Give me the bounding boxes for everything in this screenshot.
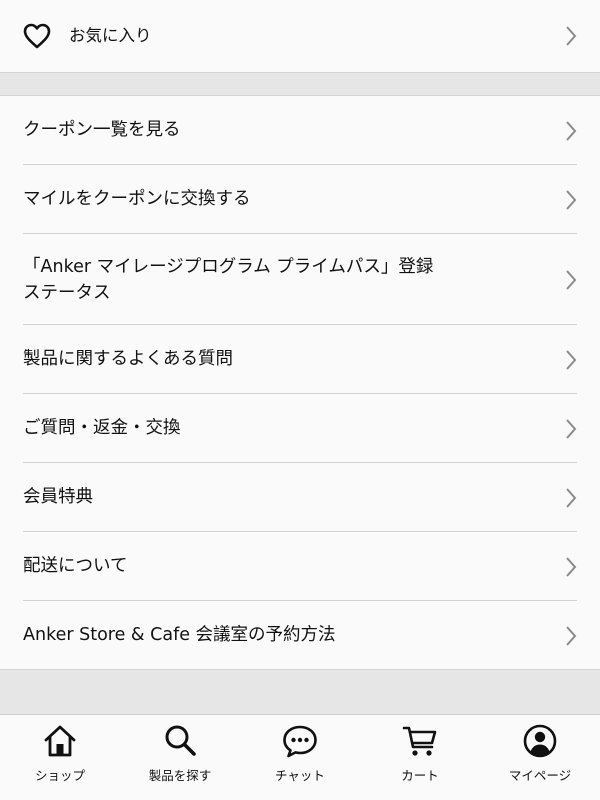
chevron-right-icon <box>566 419 577 439</box>
search-icon <box>165 725 196 756</box>
menu-item-label: マイルをクーポンに交換する <box>23 189 251 209</box>
my-page-screen: お気に入り クーポン一覧を見る マイルをクーポンに交換する 「Anker マイレ… <box>0 0 600 800</box>
chevron-right-icon <box>566 26 577 46</box>
tab-label: ショップ <box>34 768 85 783</box>
home-icon <box>44 725 76 757</box>
menu-item-label: 配送について <box>23 556 128 576</box>
tab-search[interactable]: 製品を探す <box>120 715 240 800</box>
menu-item-label: Anker Store & Cafe 会議室の予約方法 <box>23 625 336 645</box>
heart-icon <box>23 23 51 49</box>
menu-item-label: クーポン一覧を見る <box>23 120 181 140</box>
menu-item-label: ご質問・返金・交換 <box>23 418 181 438</box>
tab-label: カート <box>401 768 439 783</box>
chevron-right-icon <box>566 190 577 210</box>
menu-item-questions-returns[interactable]: ご質問・返金・交換 <box>0 394 600 463</box>
menu-item-coupon-list[interactable]: クーポン一覧を見る <box>0 96 600 165</box>
chat-icon <box>283 725 317 758</box>
menu-item-prime-pass-status[interactable]: 「Anker マイレージプログラム プライムパス」登録 ステータス <box>0 234 600 325</box>
tab-cart[interactable]: カート <box>360 715 480 800</box>
menu-item-label: 製品に関するよくある質問 <box>23 349 233 369</box>
menu-item-label: 会員特典 <box>23 487 93 507</box>
user-icon <box>523 724 557 758</box>
menu-item-product-faq[interactable]: 製品に関するよくある質問 <box>0 325 600 394</box>
favorites-label: お気に入り <box>69 26 152 45</box>
favorites-row[interactable]: お気に入り <box>0 0 600 72</box>
tab-label: マイページ <box>508 768 572 783</box>
bottom-tab-bar: ショップ 製品を探す チャット カート マイページ <box>0 714 600 800</box>
menu-list: クーポン一覧を見る マイルをクーポンに交換する 「Anker マイレージプログラ… <box>0 95 600 670</box>
favorites-section: お気に入り <box>0 0 600 73</box>
menu-item-label: 「Anker マイレージプログラム プライムパス」登録 ステータス <box>23 257 434 303</box>
chevron-right-icon <box>566 557 577 577</box>
cart-icon <box>402 726 437 756</box>
tab-mypage[interactable]: マイページ <box>480 715 600 800</box>
tab-chat[interactable]: チャット <box>240 715 360 800</box>
menu-item-miles-to-coupon[interactable]: マイルをクーポンに交換する <box>0 165 600 234</box>
chevron-right-icon <box>566 488 577 508</box>
chevron-right-icon <box>566 121 577 141</box>
tab-label: 製品を探す <box>148 768 212 783</box>
menu-item-shipping[interactable]: 配送について <box>0 532 600 601</box>
tab-shop[interactable]: ショップ <box>0 715 120 800</box>
chevron-right-icon <box>566 626 577 646</box>
tab-label: チャット <box>275 768 325 783</box>
chevron-right-icon <box>566 350 577 370</box>
chevron-right-icon <box>566 270 577 290</box>
menu-item-member-benefits[interactable]: 会員特典 <box>0 463 600 532</box>
menu-item-meeting-room[interactable]: Anker Store & Cafe 会議室の予約方法 <box>0 601 600 669</box>
